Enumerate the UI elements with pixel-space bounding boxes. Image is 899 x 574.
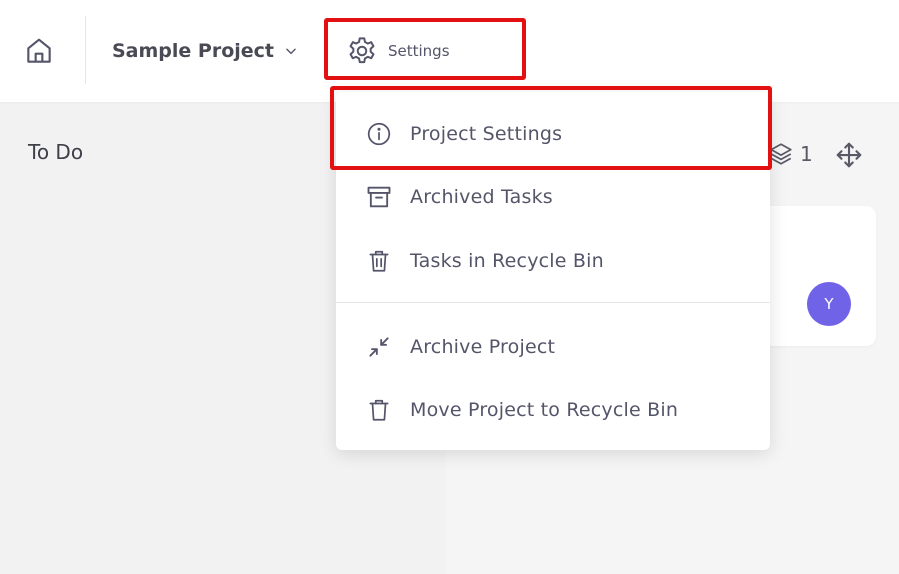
header-divider [85, 16, 86, 84]
menu-item-label: Archived Tasks [410, 186, 553, 208]
menu-item-project-settings[interactable]: Project Settings [336, 107, 770, 161]
archive-box-icon [364, 182, 394, 212]
menu-item-archived-tasks[interactable]: Archived Tasks [336, 170, 770, 224]
home-icon [23, 35, 55, 67]
menu-item-move-project-recycle-bin[interactable]: Move Project to Recycle Bin [336, 383, 770, 437]
layers-icon[interactable] [768, 141, 794, 167]
task-card[interactable] [760, 206, 876, 346]
menu-item-label: Tasks in Recycle Bin [410, 250, 604, 272]
column-tools: 1 [768, 138, 813, 170]
settings-label: Settings [388, 42, 450, 60]
menu-item-label: Archive Project [410, 336, 556, 358]
menu-item-label: Move Project to Recycle Bin [410, 399, 679, 421]
gear-icon [346, 35, 378, 67]
menu-item-label: Project Settings [410, 123, 563, 145]
project-name: Sample Project [112, 40, 275, 62]
move-icon[interactable] [834, 140, 864, 170]
menu-item-tasks-recycle-bin[interactable]: Tasks in Recycle Bin [336, 234, 770, 288]
column-title: To Do [28, 140, 84, 164]
collapse-arrows-icon [364, 332, 394, 362]
avatar[interactable]: Y [807, 282, 851, 326]
chevron-down-icon [284, 44, 298, 58]
trash-icon [364, 246, 394, 276]
trash-icon [364, 395, 394, 425]
project-selector[interactable]: Sample Project [112, 36, 298, 66]
home-button[interactable] [18, 30, 60, 72]
settings-dropdown-menu: Project Settings Archived Tasks Tasks in… [336, 92, 770, 450]
menu-item-archive-project[interactable]: Archive Project [336, 320, 770, 374]
info-icon [364, 119, 394, 149]
layers-count: 1 [800, 142, 813, 166]
settings-button[interactable]: Settings [346, 34, 450, 68]
top-bar: Sample Project Settings [0, 0, 899, 102]
menu-divider [336, 302, 770, 303]
